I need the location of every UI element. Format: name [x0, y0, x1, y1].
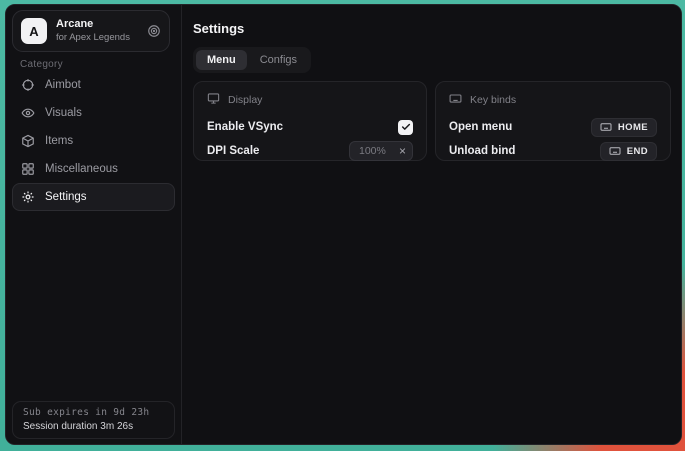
- sidebar-item-settings[interactable]: Settings: [12, 183, 175, 211]
- brand-logo: A: [21, 18, 47, 44]
- keybinds-card-header: Key binds: [449, 92, 657, 108]
- brand-card: A Arcane for Apex Legends: [12, 10, 170, 52]
- vsync-checkbox[interactable]: [398, 120, 413, 135]
- sidebar-nav: Aimbot Visuals Items: [12, 71, 175, 211]
- tab-menu[interactable]: Menu: [196, 50, 247, 70]
- app-window: A Arcane for Apex Legends Category: [5, 4, 682, 445]
- dpi-scale-input[interactable]: 100% ×: [349, 141, 413, 161]
- unload-bind-label: Unload bind: [449, 145, 515, 157]
- sub-expiry-text: Sub expires in 9d 23h: [23, 407, 164, 418]
- display-card-header: Display: [207, 92, 413, 108]
- eye-icon: [21, 106, 35, 120]
- package-icon: [21, 134, 35, 148]
- brand-title: Arcane: [56, 18, 138, 32]
- monitor-icon: [207, 92, 220, 108]
- sidebar-item-items[interactable]: Items: [12, 127, 175, 155]
- dpi-scale-label: DPI Scale: [207, 145, 259, 157]
- keybinds-card: Key binds Open menu HOME Unload bind: [435, 81, 671, 161]
- settings-tab-group: Menu Configs: [193, 47, 311, 73]
- sidebar-item-label: Miscellaneous: [45, 163, 118, 175]
- sidebar-item-label: Items: [45, 135, 73, 147]
- tab-configs[interactable]: Configs: [249, 50, 308, 70]
- main-content: Settings Menu Configs Display: [183, 5, 681, 444]
- vsync-label: Enable VSync: [207, 121, 283, 133]
- sidebar-item-label: Visuals: [45, 107, 82, 119]
- sidebar-item-miscellaneous[interactable]: Miscellaneous: [12, 155, 175, 183]
- sidebar-item-label: Aimbot: [45, 79, 81, 91]
- display-card: Display Enable VSync DPI Scale 100% ×: [193, 81, 427, 161]
- sidebar-item-visuals[interactable]: Visuals: [12, 99, 175, 127]
- gear-icon: [21, 190, 35, 204]
- grid-icon: [21, 162, 35, 176]
- keyboard-icon: [449, 92, 462, 108]
- open-menu-label: Open menu: [449, 121, 512, 133]
- sidebar-item-label: Settings: [45, 191, 87, 203]
- page-title: Settings: [193, 21, 244, 36]
- dpi-scale-row: DPI Scale 100% ×: [207, 141, 413, 161]
- check-icon: [401, 122, 411, 132]
- session-duration-text: Session duration 3m 26s: [23, 421, 164, 432]
- keybinds-card-title: Key binds: [470, 94, 516, 106]
- unload-bind-keybind[interactable]: END: [600, 142, 657, 161]
- crosshair-icon: [21, 78, 35, 92]
- target-icon[interactable]: [147, 24, 161, 38]
- unload-bind-row: Unload bind END: [449, 141, 657, 161]
- clear-icon[interactable]: ×: [399, 145, 406, 157]
- vsync-row: Enable VSync: [207, 117, 413, 137]
- category-label: Category: [20, 59, 63, 70]
- open-menu-key: HOME: [618, 122, 648, 133]
- unload-bind-key: END: [627, 146, 648, 157]
- dpi-scale-value: 100%: [359, 145, 386, 157]
- open-menu-keybind[interactable]: HOME: [591, 118, 657, 137]
- brand-subtitle: for Apex Legends: [56, 32, 138, 44]
- open-menu-row: Open menu HOME: [449, 117, 657, 137]
- keyboard-icon: [600, 121, 612, 133]
- subscription-status-card: Sub expires in 9d 23h Session duration 3…: [12, 401, 175, 439]
- sidebar: A Arcane for Apex Legends Category: [6, 5, 182, 444]
- settings-cards-row: Display Enable VSync DPI Scale 100% ×: [193, 81, 671, 161]
- keyboard-icon: [609, 145, 621, 157]
- sidebar-item-aimbot[interactable]: Aimbot: [12, 71, 175, 99]
- brand-text: Arcane for Apex Legends: [56, 18, 138, 45]
- display-card-title: Display: [228, 94, 262, 106]
